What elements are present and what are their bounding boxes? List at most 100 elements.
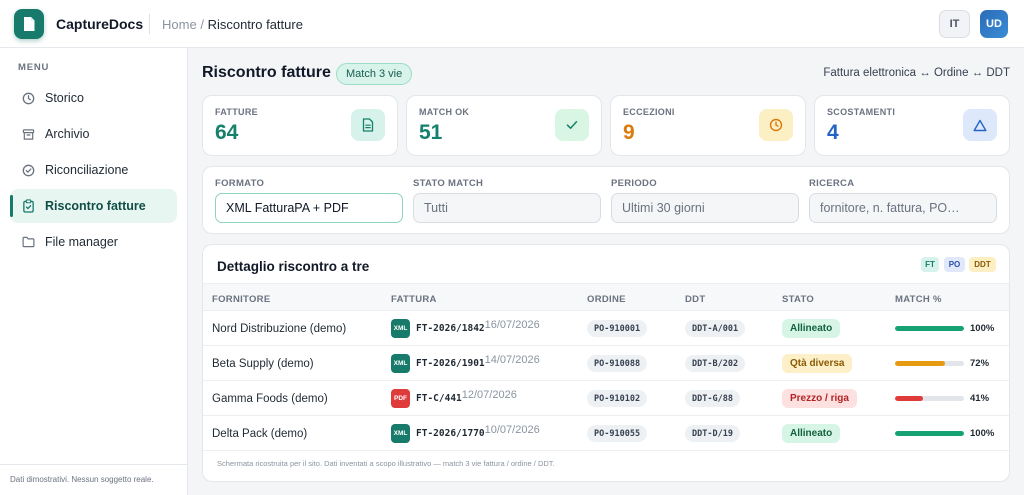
ddt-chip[interactable]: DDT-B/202 <box>685 355 746 372</box>
check-icon <box>555 109 589 141</box>
match-bar <box>895 326 964 331</box>
column-header-match[interactable]: MATCH % <box>895 294 942 305</box>
invoice-date: 14/07/2026 <box>484 353 540 366</box>
legend-po: PO <box>944 257 965 272</box>
sidebar-item-label: File manager <box>45 235 118 249</box>
sidebar-item-storico[interactable]: Storico <box>10 81 177 115</box>
supplier-name: Delta Pack (demo) <box>212 427 308 440</box>
match-flow-caption: Fattura elettronica ↔ Ordine ↔ DDT <box>823 67 1010 79</box>
invoice-cell: XML FT-2026/1842 16/07/2026 <box>391 311 540 346</box>
ddt-chip[interactable]: DDT-D/19 <box>685 425 740 442</box>
sidebar-item-riscontro-fatture[interactable]: Riscontro fatture <box>10 189 177 223</box>
match-bar <box>895 396 964 401</box>
stat-value: 51 <box>419 121 443 144</box>
check-circle-icon <box>21 163 35 177</box>
clock-icon <box>759 109 793 141</box>
stat-card-match-ok[interactable]: MATCH OK 51 <box>406 95 602 156</box>
sidebar-item-file-manager[interactable]: File manager <box>10 225 177 259</box>
ddt-chip[interactable]: DDT-A/001 <box>685 320 746 337</box>
xml-file-icon: XML <box>391 319 410 338</box>
table-footnote: Schermata ricostruita per il sito. Dati … <box>217 459 555 468</box>
sidebar-item-label: Riscontro fatture <box>45 199 146 213</box>
invoice-number[interactable]: FT-2026/1901 <box>416 358 485 369</box>
status-badge: Prezzo / riga <box>782 389 857 408</box>
stat-label: ECCEZIONI <box>623 107 675 117</box>
document-icon <box>351 109 385 141</box>
match-bar-fill <box>895 361 945 366</box>
format-select[interactable]: XML FatturaPA + PDF <box>215 193 403 223</box>
stat-card-eccezioni[interactable]: ECCEZIONI 9 <box>610 95 806 156</box>
order-chip[interactable]: PO-910055 <box>587 425 648 442</box>
sidebar-item-label: Storico <box>45 91 84 105</box>
stat-value: 4 <box>827 121 839 144</box>
stat-label: SCOSTAMENTI <box>827 107 896 117</box>
match-percent: 41% <box>970 393 990 404</box>
breadcrumb-home[interactable]: Home <box>162 17 197 32</box>
filter-label-periodo: PERIODO <box>611 178 657 189</box>
column-header-ddt[interactable]: DDT <box>685 294 705 305</box>
table-row[interactable]: Delta Pack (demo) XML FT-2026/1770 10/07… <box>203 416 1009 451</box>
match-percent: 100% <box>970 323 995 334</box>
column-header-stato[interactable]: STATO <box>782 294 814 305</box>
invoice-number[interactable]: FT-C/441 <box>416 393 462 404</box>
match-progress: 100% <box>895 416 994 451</box>
breadcrumb: Home / Riscontro fatture <box>162 17 303 32</box>
ddt-chip[interactable]: DDT-G/88 <box>685 390 740 407</box>
match-progress: 100% <box>895 311 994 346</box>
invoice-date: 10/07/2026 <box>484 423 540 436</box>
column-header-fornitore[interactable]: FORNITORE <box>212 294 270 305</box>
warning-triangle-icon <box>963 109 997 141</box>
stat-value: 64 <box>215 121 239 144</box>
sidebar-item-riconciliazione[interactable]: Riconciliazione <box>10 153 177 187</box>
page-title: Riscontro fatture <box>202 64 331 81</box>
column-header-fattura[interactable]: FATTURA <box>391 294 437 305</box>
match-bar-fill <box>895 396 924 401</box>
three-way-match-table: Dettaglio riscontro a tre FT PO DDT FORN… <box>202 244 1010 482</box>
invoice-cell: XML FT-2026/1770 10/07/2026 <box>391 416 540 451</box>
breadcrumb-separator: / <box>200 17 204 32</box>
stat-card-fatture[interactable]: FATTURE 64 <box>202 95 398 156</box>
supplier-name: Nord Distribuzione (demo) <box>212 322 347 335</box>
search-input[interactable]: fornitore, n. fattura, PO… <box>809 193 997 223</box>
invoice-cell: XML FT-2026/1901 14/07/2026 <box>391 346 540 381</box>
folder-icon <box>21 235 35 249</box>
table-row[interactable]: Beta Supply (demo) XML FT-2026/1901 14/0… <box>203 346 1009 381</box>
pdf-file-icon: PDF <box>391 389 410 408</box>
top-bar: CaptureDocs Home / Riscontro fatture IT … <box>0 0 1024 48</box>
order-chip[interactable]: PO-910001 <box>587 320 648 337</box>
app-name: CaptureDocs <box>56 16 144 32</box>
stat-card-scostamenti[interactable]: SCOSTAMENTI 4 <box>814 95 1010 156</box>
invoice-number[interactable]: FT-2026/1770 <box>416 428 485 439</box>
header-divider <box>149 14 150 34</box>
match-percent: 72% <box>970 358 990 369</box>
match-status-select[interactable]: Tutti <box>413 193 601 223</box>
legend-ddt: DDT <box>969 257 996 272</box>
app-logo[interactable] <box>14 9 44 39</box>
sidebar-item-label: Riconciliazione <box>45 163 129 177</box>
sidebar-item-archivio[interactable]: Archivio <box>10 117 177 151</box>
supplier-name: Gamma Foods (demo) <box>212 392 328 405</box>
column-header-ordine[interactable]: ORDINE <box>587 294 626 305</box>
status-badge: Qtà diversa <box>782 354 853 373</box>
table-header: FORNITORE FATTURA ORDINE DDT STATO MATCH… <box>203 283 1009 311</box>
table-row[interactable]: Gamma Foods (demo) PDF FT-C/441 12/07/20… <box>203 381 1009 416</box>
order-chip[interactable]: PO-910088 <box>587 355 648 372</box>
status-badge: Allineato <box>782 319 841 338</box>
language-switcher[interactable]: IT <box>939 10 970 38</box>
invoice-number[interactable]: FT-2026/1842 <box>416 323 485 334</box>
match-progress: 72% <box>895 346 989 381</box>
match-percent: 100% <box>970 428 995 439</box>
status-badge: Allineato <box>782 424 841 443</box>
xml-file-icon: XML <box>391 424 410 443</box>
document-logo-icon <box>24 17 35 31</box>
filter-label-formato: FORMATO <box>215 178 265 189</box>
user-avatar[interactable]: UD <box>980 10 1008 38</box>
match-bar <box>895 361 964 366</box>
period-select[interactable]: Ultimi 30 giorni <box>611 193 799 223</box>
filter-label-stato-match: STATO MATCH <box>413 178 484 189</box>
invoice-date: 16/07/2026 <box>484 318 540 331</box>
match-mode-badge: Match 3 vie <box>336 63 413 85</box>
order-chip[interactable]: PO-910102 <box>587 390 648 407</box>
table-row[interactable]: Nord Distribuzione (demo) XML FT-2026/18… <box>203 311 1009 346</box>
legend-ft: FT <box>921 257 939 272</box>
